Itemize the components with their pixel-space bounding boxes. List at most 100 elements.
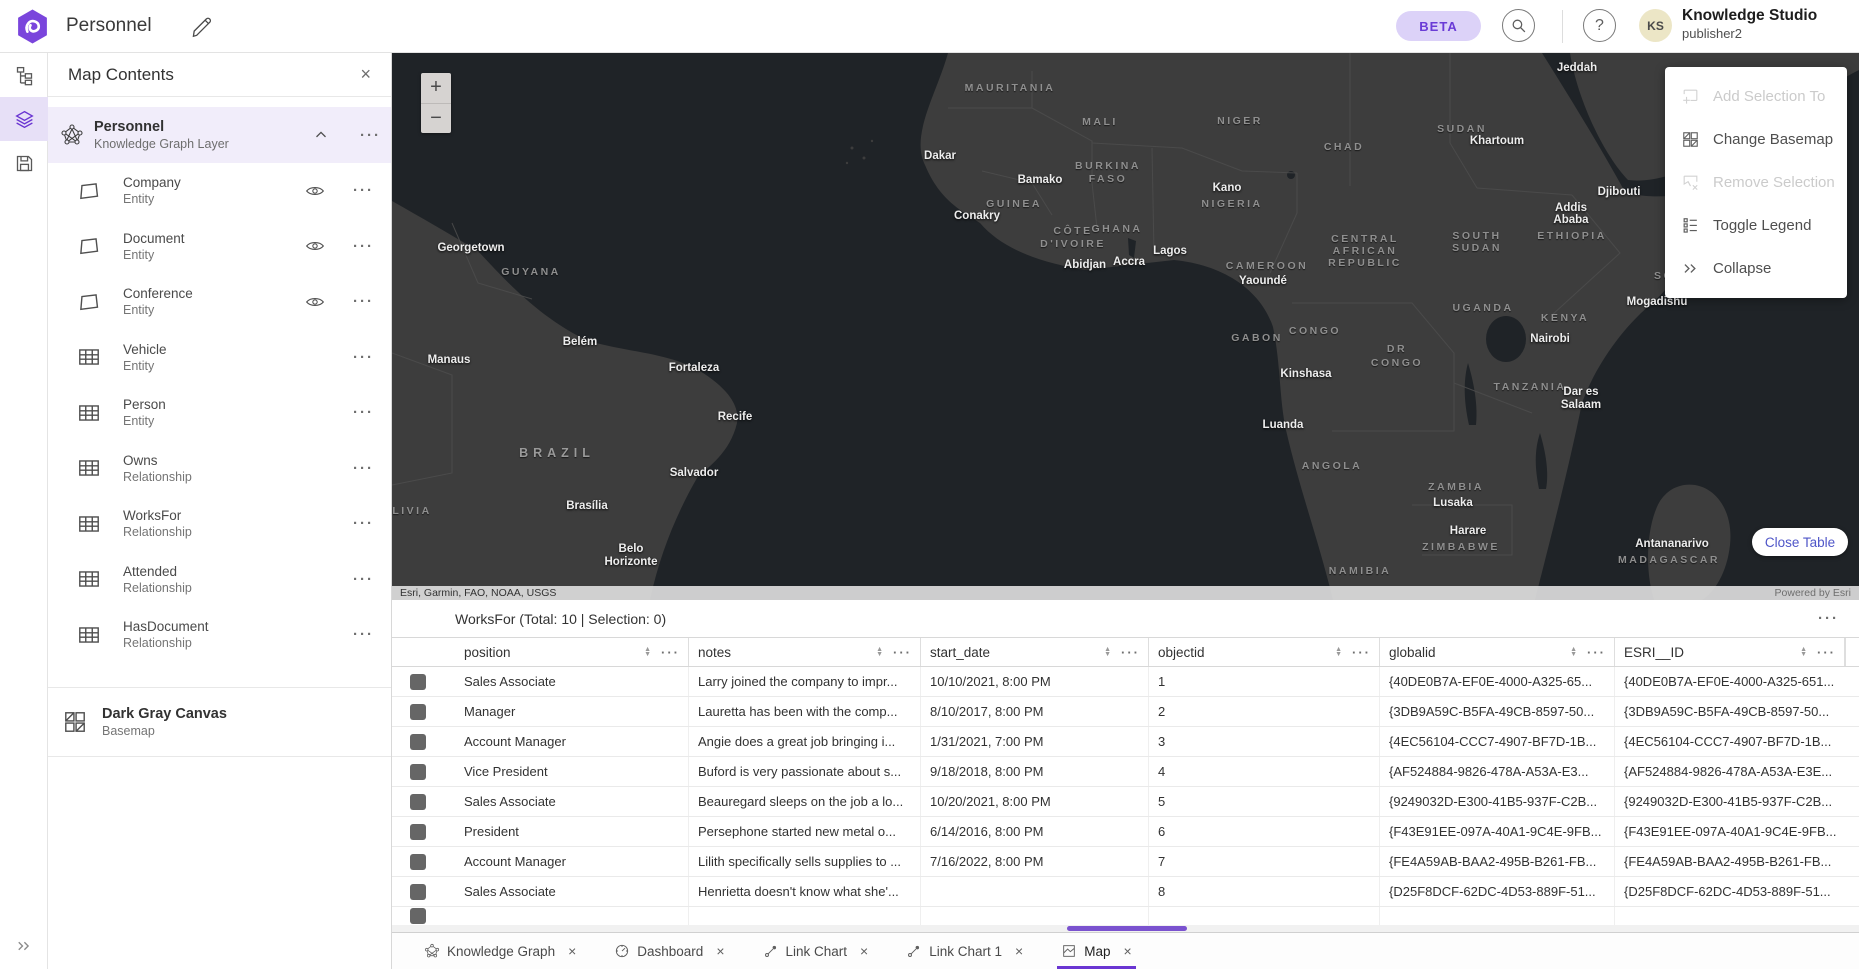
- cell-globalid[interactable]: [1380, 907, 1615, 925]
- tab-link-chart-1[interactable]: Link Chart 1 ×: [902, 933, 1027, 969]
- cell-globalid[interactable]: {9249032D-E300-41B5-937F-C2B...: [1380, 787, 1615, 816]
- cell-esri-id[interactable]: {D25F8DCF-62DC-4D53-889F-51...: [1615, 877, 1845, 906]
- panel-close-icon[interactable]: ×: [354, 62, 377, 87]
- layer-row-conference[interactable]: Conference Entity ···: [48, 274, 391, 330]
- cell-esri-id[interactable]: {3DB9A59C-B5FA-49CB-8597-50...: [1615, 697, 1845, 726]
- user-avatar[interactable]: KS: [1639, 9, 1672, 42]
- cell-globalid[interactable]: {FE4A59AB-BAA2-495B-B261-FB...: [1380, 847, 1615, 876]
- cell-position[interactable]: Sales Associate: [455, 877, 689, 906]
- visibility-eye-icon[interactable]: [305, 236, 325, 256]
- zoom-out-button[interactable]: −: [421, 103, 451, 133]
- cell-position[interactable]: President: [455, 817, 689, 846]
- cell-esri-id[interactable]: {4EC56104-CCC7-4907-BF7D-1B...: [1615, 727, 1845, 756]
- map-view[interactable]: JeddahKhartoumSUDANMAURITANIAMALINIGERCH…: [392, 53, 1859, 600]
- table-horizontal-scrollbar[interactable]: [392, 925, 1859, 932]
- layer-row-owns[interactable]: Owns Relationship ···: [48, 441, 391, 497]
- cell-notes[interactable]: Angie does a great job bringing i...: [689, 727, 921, 756]
- basemap-row[interactable]: Dark Gray Canvas Basemap: [48, 695, 391, 749]
- cell-start-date[interactable]: 6/14/2016, 8:00 PM: [921, 817, 1149, 846]
- cell-esri-id[interactable]: {F43E91EE-097A-40A1-9C4E-9FB...: [1615, 817, 1845, 846]
- cell-objectid[interactable]: 7: [1149, 847, 1380, 876]
- tab-close-icon[interactable]: ×: [1123, 943, 1131, 959]
- cell-start-date[interactable]: 10/10/2021, 8:00 PM: [921, 667, 1149, 696]
- row-checkbox[interactable]: [410, 704, 426, 720]
- cell-notes[interactable]: Lauretta has been with the comp...: [689, 697, 921, 726]
- cell-notes[interactable]: Larry joined the company to impr...: [689, 667, 921, 696]
- layer-options-icon[interactable]: ···: [353, 182, 377, 199]
- cell-position[interactable]: Account Manager: [455, 727, 689, 756]
- sort-icon[interactable]: ▲▼: [1335, 647, 1342, 657]
- rail-data-model-button[interactable]: [0, 53, 48, 97]
- menu-item-toggle-legend[interactable]: Toggle Legend: [1665, 204, 1847, 247]
- rail-save-button[interactable]: [0, 141, 48, 185]
- row-checkbox[interactable]: [410, 908, 426, 924]
- row-checkbox[interactable]: [410, 674, 426, 690]
- menu-item-change-basemap[interactable]: Change Basemap: [1665, 118, 1847, 161]
- tab-close-icon[interactable]: ×: [860, 943, 868, 959]
- cell-start-date[interactable]: 8/10/2017, 8:00 PM: [921, 697, 1149, 726]
- cell-esri-id[interactable]: {AF524884-9826-478A-A53A-E3E...: [1615, 757, 1845, 786]
- layer-options-icon[interactable]: ···: [353, 404, 377, 421]
- table-options-icon[interactable]: ···: [1818, 610, 1839, 627]
- layer-options-icon[interactable]: ···: [353, 349, 377, 366]
- cell-esri-id[interactable]: {40DE0B7A-EF0E-4000-A325-651...: [1615, 667, 1845, 696]
- tab-close-icon[interactable]: ×: [1015, 943, 1023, 959]
- layer-group-options-icon[interactable]: ···: [360, 127, 381, 144]
- tab-dashboard[interactable]: Dashboard ×: [610, 933, 728, 969]
- layer-options-icon[interactable]: ···: [353, 460, 377, 477]
- cell-objectid[interactable]: 5: [1149, 787, 1380, 816]
- layer-options-icon[interactable]: ···: [353, 238, 377, 255]
- column-header-globalid[interactable]: globalid ▲▼ ···: [1380, 638, 1615, 666]
- close-table-button[interactable]: Close Table: [1752, 528, 1848, 556]
- cell-objectid[interactable]: [1149, 907, 1380, 925]
- cell-start-date[interactable]: [921, 877, 1149, 906]
- layer-options-icon[interactable]: ···: [353, 515, 377, 532]
- column-options-icon[interactable]: ···: [893, 645, 912, 660]
- layer-row-worksfor[interactable]: WorksFor Relationship ···: [48, 496, 391, 552]
- cell-objectid[interactable]: 3: [1149, 727, 1380, 756]
- cell-start-date[interactable]: [921, 907, 1149, 925]
- cell-globalid[interactable]: {40DE0B7A-EF0E-4000-A325-65...: [1380, 667, 1615, 696]
- cell-position[interactable]: Sales Associate: [455, 787, 689, 816]
- scrollbar-thumb[interactable]: [1067, 926, 1187, 931]
- cell-notes[interactable]: [689, 907, 921, 925]
- sort-icon[interactable]: ▲▼: [1570, 647, 1577, 657]
- column-options-icon[interactable]: ···: [661, 645, 680, 660]
- cell-esri-id[interactable]: [1615, 907, 1845, 925]
- row-checkbox[interactable]: [410, 824, 426, 840]
- cell-start-date[interactable]: 9/18/2018, 8:00 PM: [921, 757, 1149, 786]
- sort-icon[interactable]: ▲▼: [876, 647, 883, 657]
- menu-item-collapse[interactable]: Collapse: [1665, 247, 1847, 290]
- rail-layers-button[interactable]: [0, 97, 48, 141]
- column-header-notes[interactable]: notes ▲▼ ···: [689, 638, 921, 666]
- column-header-objectid[interactable]: objectid ▲▼ ···: [1149, 638, 1380, 666]
- layer-row-hasdocument[interactable]: HasDocument Relationship ···: [48, 607, 391, 663]
- cell-objectid[interactable]: 4: [1149, 757, 1380, 786]
- layer-options-icon[interactable]: ···: [353, 293, 377, 310]
- sort-icon[interactable]: ▲▼: [1800, 647, 1807, 657]
- layer-options-icon[interactable]: ···: [353, 571, 377, 588]
- layer-row-person[interactable]: Person Entity ···: [48, 385, 391, 441]
- cell-globalid[interactable]: {3DB9A59C-B5FA-49CB-8597-50...: [1380, 697, 1615, 726]
- cell-globalid[interactable]: {AF524884-9826-478A-A53A-E3...: [1380, 757, 1615, 786]
- column-options-icon[interactable]: ···: [1817, 645, 1836, 660]
- menu-item-add-selection-to[interactable]: Add Selection To: [1665, 75, 1847, 118]
- cell-start-date[interactable]: 1/31/2021, 7:00 PM: [921, 727, 1149, 756]
- tab-map[interactable]: Map ×: [1057, 933, 1135, 969]
- cell-notes[interactable]: Beauregard sleeps on the job a lo...: [689, 787, 921, 816]
- row-checkbox[interactable]: [410, 854, 426, 870]
- cell-esri-id[interactable]: {FE4A59AB-BAA2-495B-B261-FB...: [1615, 847, 1845, 876]
- layer-group-personnel[interactable]: Personnel Knowledge Graph Layer ···: [48, 107, 391, 163]
- cell-objectid[interactable]: 6: [1149, 817, 1380, 846]
- cell-position[interactable]: Vice President: [455, 757, 689, 786]
- edit-title-pencil-icon[interactable]: [188, 14, 214, 40]
- cell-objectid[interactable]: 1: [1149, 667, 1380, 696]
- column-header-position[interactable]: position ▲▼ ···: [455, 638, 689, 666]
- cell-start-date[interactable]: 10/20/2021, 8:00 PM: [921, 787, 1149, 816]
- sort-icon[interactable]: ▲▼: [644, 647, 651, 657]
- layer-row-attended[interactable]: Attended Relationship ···: [48, 552, 391, 608]
- chevron-up-icon[interactable]: [312, 126, 330, 144]
- expand-rail-button[interactable]: [0, 931, 48, 961]
- menu-item-remove-selection[interactable]: Remove Selection: [1665, 161, 1847, 204]
- layer-row-company[interactable]: Company Entity ···: [48, 163, 391, 219]
